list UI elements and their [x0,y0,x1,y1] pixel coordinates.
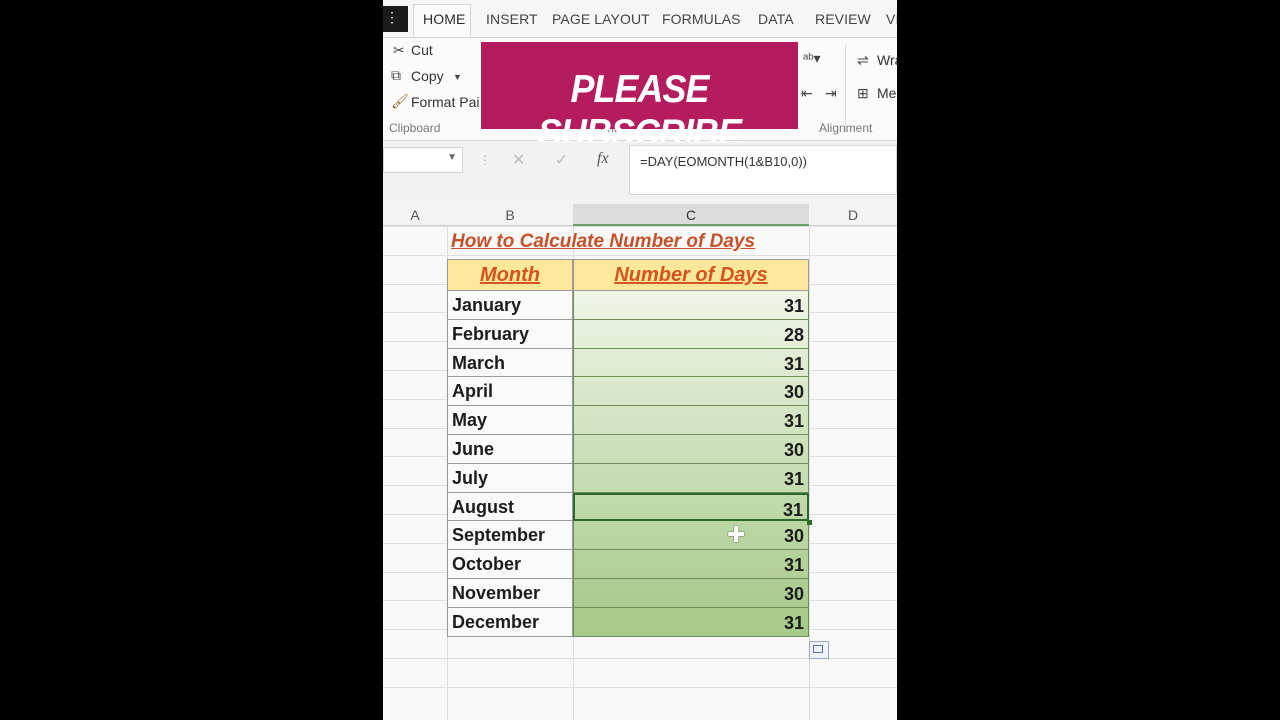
month-cell[interactable]: April [447,377,573,407]
month-header-cell[interactable]: Month [447,259,573,291]
worksheet-grid[interactable]: A B C D How to Calculate Number of Days … [383,204,897,720]
fill-handle[interactable] [807,520,812,525]
subscribe-banner: PLEASE SUBSCRIBE [481,42,798,155]
formula-bar: ▼ ⋮ ✕ ✓ fx =DAY(EOMONTH(1&B10,0)) [383,142,897,200]
wrap-text-button[interactable]: Wra [877,52,897,68]
gridline-horizontal [383,226,897,227]
cut-button[interactable]: Cut [411,42,433,58]
insert-function-icon[interactable]: fx [597,150,609,168]
enter-check-icon[interactable]: ✓ [555,150,568,170]
days-cell[interactable]: 31 [573,463,809,493]
menu-dots-icon: ⋮ [385,9,399,25]
month-cell[interactable]: September [447,521,573,551]
days-cell[interactable]: 31 [573,492,809,522]
gridline-horizontal [383,254,897,256]
name-box-dropdown-icon[interactable]: ▼ [447,152,457,163]
file-tab[interactable]: ⋮ [383,6,408,32]
days-cell[interactable]: 30 [573,435,809,464]
decrease-indent-icon[interactable]: ⇤ [801,86,813,100]
formula-text: =DAY(EOMONTH(1&B10,0)) [640,154,807,169]
days-cell[interactable]: 31 [573,607,809,637]
copy-dropdown-icon[interactable]: ▼ [453,70,462,84]
tab-page-layout[interactable]: PAGE LAYOUT [552,11,650,27]
ribbon-tabs: ⋮ HOME INSERT PAGE LAYOUT FORMULAS DATA … [383,0,897,38]
column-header-d[interactable]: D [809,204,897,226]
days-cell[interactable]: 30 [573,579,809,608]
format-painter-button[interactable]: Format Pai [411,94,479,110]
month-cell[interactable]: May [447,406,573,435]
days-cell[interactable]: 31 [573,550,809,579]
formula-input[interactable]: =DAY(EOMONTH(1&B10,0)) [629,145,897,195]
month-cell[interactable]: October [447,550,573,579]
wrap-text-icon: ⇌ [857,52,869,68]
scissors-icon: ✂ [393,42,405,58]
month-cell[interactable]: July [447,463,573,493]
month-cell[interactable]: June [447,435,573,464]
tab-data[interactable]: DATA [758,11,794,27]
excel-window: ⋮ HOME INSERT PAGE LAYOUT FORMULAS DATA … [383,0,897,720]
days-cell[interactable]: 31 [573,291,809,320]
month-cell[interactable]: November [447,579,573,608]
tab-formulas[interactable]: FORMULAS [662,11,741,27]
quick-analysis-icon [813,645,823,653]
copy-button[interactable]: Copy [411,68,444,84]
more-dots-icon: ⋮ [479,153,491,167]
month-cell[interactable]: February [447,319,573,349]
copy-icon: ⧉ [391,67,401,83]
ribbon-separator [845,44,846,132]
column-header-a[interactable]: A [383,204,447,226]
tab-review[interactable]: REVIEW [815,11,871,27]
sheet-title: How to Calculate Number of Days [451,231,756,252]
format-painter-icon: 🖌 [391,93,409,109]
tab-home[interactable]: HOME [423,11,465,27]
tab-view[interactable]: VI [886,11,897,27]
month-cell[interactable]: August [447,492,573,522]
gridline-horizontal [383,686,897,688]
month-cell[interactable]: December [447,607,573,637]
merge-button[interactable]: Me [877,85,896,101]
cancel-icon[interactable]: ✕ [512,150,525,170]
days-cell[interactable]: 30 [573,521,809,551]
column-header-b[interactable]: B [447,204,573,226]
name-box[interactable]: ▼ [383,147,463,173]
month-cell[interactable]: January [447,291,573,320]
tab-insert[interactable]: INSERT [486,11,538,27]
column-header-c[interactable]: C [573,204,809,226]
days-cell[interactable]: 30 [573,377,809,407]
quick-analysis-button[interactable] [809,641,829,659]
days-cell[interactable]: 28 [573,319,809,349]
cell-cursor-icon: ✚ [727,522,746,547]
clipboard-group-label: Clipboard [389,121,441,135]
increase-indent-icon[interactable]: ⇥ [825,86,837,100]
days-cell[interactable]: 31 [573,406,809,435]
days-header-cell[interactable]: Number of Days [573,259,809,291]
days-cell[interactable]: 31 [573,348,809,378]
orientation-icon[interactable]: ᵃᵇ▾ [803,51,821,65]
alignment-group-label: Alignment [819,121,873,135]
month-cell[interactable]: March [447,348,573,378]
merge-icon: ⊞ [857,85,869,101]
